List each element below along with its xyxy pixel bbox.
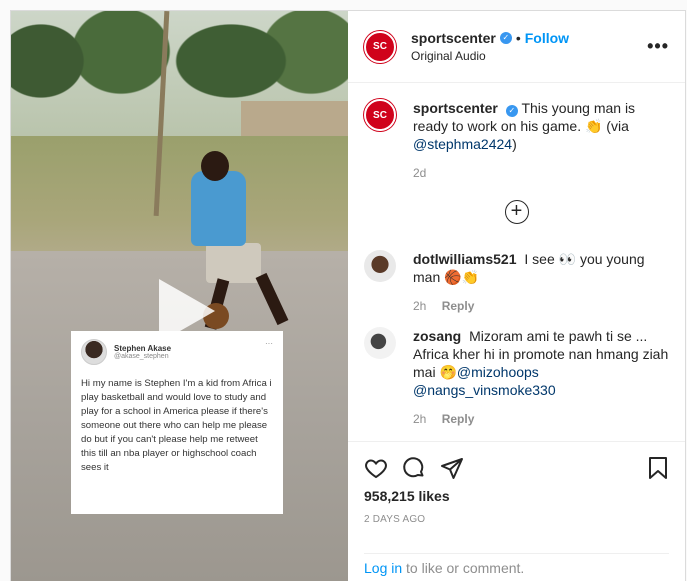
verified-icon: ✓ [499, 32, 512, 44]
separator: • [515, 30, 521, 46]
commenter-avatar[interactable] [364, 327, 396, 359]
caption-suffix: ) [512, 136, 517, 152]
commenter-avatar[interactable] [364, 250, 396, 282]
tweet-avatar [81, 339, 107, 365]
post-actions: 958,215 likes 2 DAYS AGO Log in to like … [348, 441, 685, 581]
like-heart-icon[interactable] [364, 456, 388, 480]
comment-username[interactable]: dotlwilliams521 [413, 251, 516, 267]
tweet-text: Hi my name is Stephen I'm a kid from Afr… [81, 378, 272, 473]
likes-count[interactable]: 958,215 likes [364, 488, 669, 504]
comment-username[interactable]: zosang [413, 328, 461, 344]
post-sidebar: SC sportscenter ✓ • Follow Original Audi… [348, 11, 685, 581]
load-more-comments-icon[interactable]: + [504, 200, 529, 224]
comment-mention[interactable]: @mizohoops [457, 364, 539, 380]
comment-item: dotlwilliams521 I see 👀 you young man 🏀👏… [364, 250, 669, 315]
login-text: to like or comment. [402, 560, 525, 576]
bookmark-icon[interactable] [647, 456, 669, 480]
comment-mention[interactable]: @nangs_vinsmoke330 [413, 382, 556, 398]
more-options-icon[interactable]: ••• [647, 36, 669, 57]
sportscenter-avatar[interactable]: SC [364, 30, 396, 63]
comments-section: SC sportscenter ✓ This young man is ready… [348, 83, 685, 441]
tweet-author-name: Stephen Akase [114, 344, 172, 353]
tweet-author-handle: @akase_stephen [114, 353, 169, 360]
login-link[interactable]: Log in [364, 560, 402, 576]
login-prompt: Log in to like or comment. [364, 553, 669, 576]
post-header: SC sportscenter ✓ • Follow Original Audi… [348, 11, 685, 83]
tweet-overlay: Stephen Akase @akase_stephen ··· Hi my n… [71, 331, 283, 514]
caption-time[interactable]: 2d [413, 166, 426, 180]
audio-link[interactable]: Original Audio [411, 49, 569, 63]
comment-time[interactable]: 2h [413, 412, 426, 426]
caption-avatar[interactable]: SC [364, 99, 396, 131]
post-date[interactable]: 2 DAYS AGO [364, 514, 669, 525]
reply-button[interactable]: Reply [442, 412, 475, 426]
comment-bubble-icon[interactable] [402, 456, 426, 480]
follow-button[interactable]: Follow [525, 30, 569, 46]
caption-mention[interactable]: @stephma2424 [413, 136, 512, 152]
caption-username[interactable]: sportscenter [413, 100, 498, 116]
comment-item: zosang Mizoram ami te pawh ti se ... Afr… [364, 327, 669, 428]
post-video[interactable]: Stephen Akase @akase_stephen ··· Hi my n… [11, 11, 348, 581]
share-icon[interactable] [440, 456, 464, 480]
tweet-menu-icon: ··· [265, 339, 273, 348]
reply-button[interactable]: Reply [442, 299, 475, 313]
verified-icon: ✓ [505, 105, 518, 117]
comment-time[interactable]: 2h [413, 299, 426, 313]
instagram-post: Stephen Akase @akase_stephen ··· Hi my n… [10, 10, 686, 581]
caption: SC sportscenter ✓ This young man is ready… [364, 99, 669, 182]
header-username[interactable]: sportscenter [411, 30, 496, 46]
